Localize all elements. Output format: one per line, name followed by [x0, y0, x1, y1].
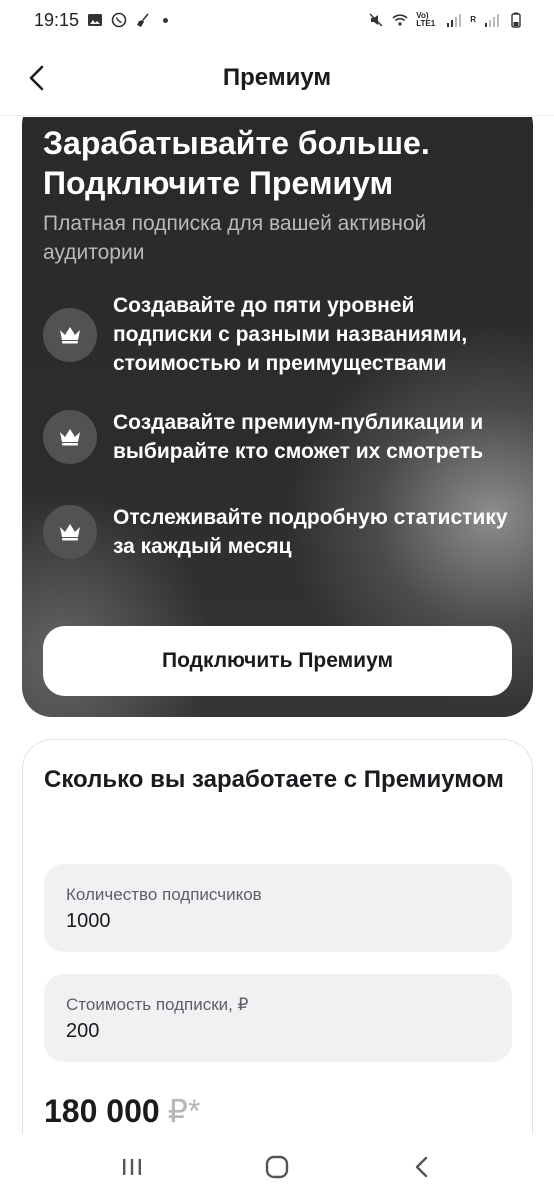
system-nav-bar: [0, 1134, 554, 1200]
feature-text: Создавайте премиум-публикации и выбирайт…: [113, 411, 484, 463]
back-button[interactable]: [22, 62, 54, 94]
promo-title: Зарабатывайте больше. Подключите Премиум: [43, 125, 430, 201]
premium-promo-card: Зарабатывайте больше. Подключите Премиум…: [22, 117, 533, 717]
crown-icon: [43, 505, 97, 559]
back-nav-icon: [415, 1156, 427, 1178]
roaming-label: R: [470, 15, 476, 24]
feature-text: Отслеживайте подробную статистику за каж…: [113, 506, 508, 558]
scroll-content[interactable]: Зарабатывайте больше. Подключите Премиум…: [0, 117, 554, 1134]
recent-apps-icon: [123, 1159, 142, 1175]
page-title: Премиум: [222, 63, 332, 91]
feature-item: Создавайте до пяти уровней подписки с ра…: [43, 291, 513, 378]
subscribers-field[interactable]: Количество подписчиков 1000: [44, 864, 512, 952]
battery-icon: [511, 12, 521, 28]
price-input[interactable]: 200: [66, 1018, 490, 1044]
chevron-left-icon: [29, 65, 44, 91]
recent-apps-button[interactable]: [102, 1137, 162, 1197]
result-amount: 180 000: [44, 1093, 160, 1129]
feature-item: Создавайте премиум-публикации и выбирайт…: [43, 408, 513, 466]
status-left: 19:15: [34, 9, 169, 31]
crown-icon: [43, 307, 97, 362]
connect-premium-button[interactable]: Подключить Премиум: [43, 626, 512, 696]
gallery-icon: [88, 14, 103, 26]
feature-item: Отслеживайте подробную статистику за каж…: [43, 503, 513, 561]
status-right: Vo) LTE1 R: [368, 12, 524, 28]
home-icon: [265, 1155, 289, 1179]
wifi-icon: [392, 14, 408, 26]
home-button[interactable]: [247, 1137, 307, 1197]
network-label: Vo) LTE1: [416, 11, 436, 28]
app-header: Премиум: [0, 40, 554, 116]
feature-text: Создавайте до пяти уровней подписки с ра…: [113, 294, 468, 375]
status-time: 19:15: [34, 9, 80, 30]
promo-subtitle: Платная подписка для вашей активной ауди…: [43, 212, 427, 264]
earnings-calculator-card: Сколько вы заработаете с Премиумом Колич…: [22, 739, 533, 1134]
earnings-result: 180 000 ₽*: [44, 1092, 200, 1130]
subscribers-label: Количество подписчиков: [66, 885, 262, 904]
subscribers-input[interactable]: 1000: [66, 908, 490, 934]
notification-dot: [163, 17, 169, 23]
viber-icon: [111, 12, 127, 28]
back-nav-button[interactable]: [392, 1137, 452, 1197]
crown-icon: [43, 410, 97, 464]
status-bar: 19:15 Vo) LTE1 R: [0, 0, 554, 40]
mute-icon: [369, 13, 383, 27]
signal-2-icon: [485, 14, 499, 27]
signal-icon: [447, 14, 462, 27]
price-field[interactable]: Стоимость подписки, ₽ 200: [44, 974, 512, 1062]
calculator-title: Сколько вы заработаете с Премиумом: [44, 766, 504, 793]
price-label: Стоимость подписки, ₽: [66, 995, 249, 1014]
result-currency: ₽*: [167, 1093, 201, 1129]
broom-icon: [137, 13, 149, 27]
